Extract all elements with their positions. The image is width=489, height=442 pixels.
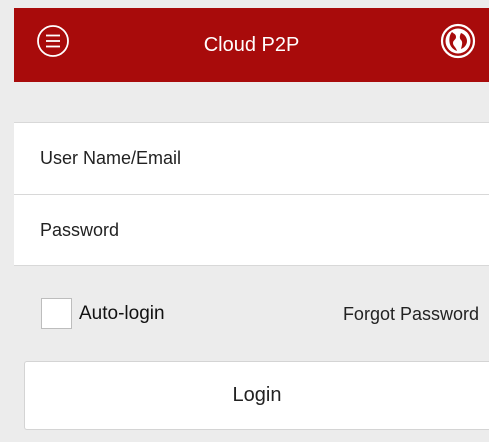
header-spacer	[14, 82, 489, 122]
globe-icon	[440, 23, 476, 59]
app-header: Cloud P2P	[14, 8, 489, 82]
username-field-row	[14, 123, 489, 194]
forgot-password-link[interactable]: Forgot Password	[343, 302, 479, 326]
auto-login-checkbox[interactable]	[41, 298, 72, 329]
password-field-row	[14, 195, 489, 266]
app-title: Cloud P2P	[203, 34, 300, 56]
username-input[interactable]	[40, 123, 480, 194]
login-form	[14, 122, 489, 266]
globe-button[interactable]	[440, 23, 476, 59]
auto-login-label[interactable]: Auto-login	[79, 302, 165, 326]
password-input[interactable]	[40, 195, 480, 266]
login-button[interactable]: Login	[24, 361, 489, 430]
